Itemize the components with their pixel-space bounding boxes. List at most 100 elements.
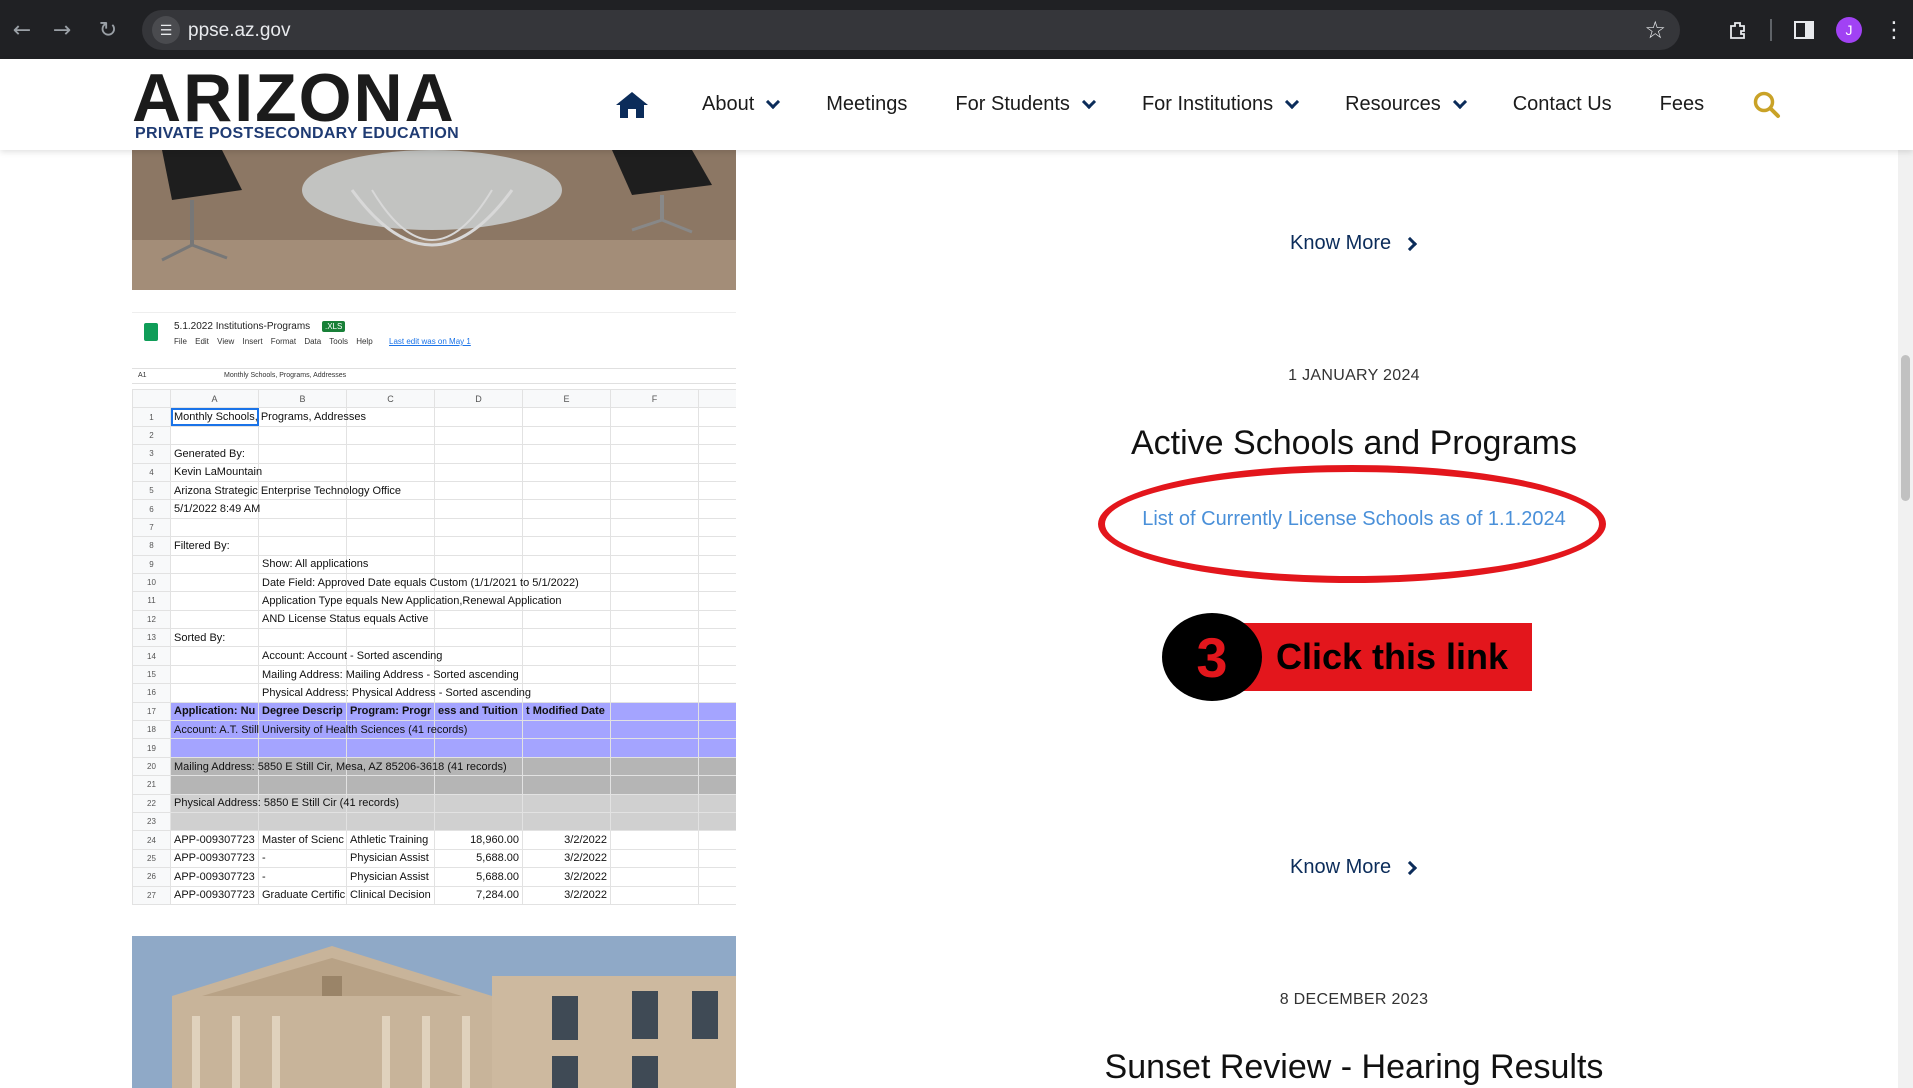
table-cell: AND License Status equals Active — [258, 609, 428, 630]
post-image-capitol[interactable] — [132, 936, 736, 1088]
address-bar[interactable]: ☰ ppse.az.gov ☆ — [142, 10, 1680, 50]
table-row: 22Physical Address: 5850 E Still Cir (41… — [132, 793, 736, 813]
nav-about[interactable]: About — [702, 93, 781, 116]
post-title-1[interactable]: Active Schools and Programs — [1040, 424, 1668, 463]
logo-wordmark: ARIZONA — [132, 60, 456, 136]
table-cell: APP-009307723 — [170, 885, 259, 905]
table-cell — [434, 628, 523, 648]
table-cell — [170, 646, 259, 666]
profile-avatar[interactable]: J — [1836, 17, 1862, 43]
side-panel-icon[interactable] — [1786, 12, 1822, 48]
table-cell: Physical Address: 5850 E Still Cir (41 r… — [170, 793, 399, 813]
table-cell: Physician Assist — [346, 867, 435, 887]
table-cell — [434, 517, 523, 538]
reload-icon[interactable]: ↻ — [90, 12, 126, 48]
table-cell: 18,960.00 — [434, 830, 523, 850]
table-cell — [434, 499, 523, 519]
nav-for-students[interactable]: For Students — [955, 93, 1097, 116]
table-cell — [258, 462, 347, 482]
table-cell: APP-009307723 — [170, 867, 259, 887]
chevron-right-icon — [1403, 860, 1418, 875]
extensions-icon[interactable] — [1720, 12, 1756, 48]
table-cell — [170, 738, 259, 758]
table-cell — [522, 407, 611, 427]
table-cell: Monthly Schools, Programs, Addresses — [170, 407, 366, 427]
table-cell: Show: All applications — [258, 554, 368, 574]
know-more-link-2[interactable]: Know More — [1290, 856, 1418, 879]
table-cell — [170, 775, 259, 795]
nav-fees[interactable]: Fees — [1660, 93, 1704, 116]
table-cell — [258, 444, 347, 464]
home-icon[interactable] — [612, 85, 652, 125]
table-cell — [258, 517, 347, 538]
table-cell — [258, 536, 347, 556]
table-cell: Physician Assist — [346, 848, 435, 869]
table-cell: 3/2/2022 — [522, 830, 611, 850]
table-cell — [258, 628, 347, 648]
table-cell — [170, 591, 259, 611]
table-row: 15 Mailing Address: Mailing Address - Sor… — [132, 664, 736, 685]
bookmark-star-icon[interactable]: ☆ — [1644, 16, 1666, 44]
table-cell — [522, 462, 611, 482]
table-cell — [610, 848, 699, 869]
table-row: 25 APP-009307723- Physician Assist 5,688.00… — [132, 848, 736, 869]
table-cell — [170, 664, 259, 685]
table-row: 10 Date Field: Approved Date equals Custo… — [132, 572, 736, 593]
nav-resources[interactable]: Resources — [1345, 93, 1467, 116]
back-icon[interactable]: ← — [4, 12, 40, 48]
table-cell: Generated By: — [170, 444, 259, 464]
url-text[interactable]: ppse.az.gov — [188, 20, 290, 42]
scrollbar-thumb[interactable] — [1901, 355, 1910, 501]
table-cell — [434, 811, 523, 832]
table-cell — [610, 811, 699, 832]
last-edit-text: Last edit was on May 1 — [389, 337, 471, 346]
post-image-lounge[interactable] — [132, 150, 736, 290]
table-cell — [258, 738, 347, 758]
table-cell — [258, 811, 347, 832]
table-cell — [610, 425, 699, 446]
table-cell — [346, 499, 435, 519]
table-cell — [434, 444, 523, 464]
table-row: 16 Physical Address: Physical Address - S… — [132, 683, 736, 703]
table-row: 24 APP-009307723 Master of Scienc Athletic … — [132, 830, 736, 850]
file-type-badge: .XLS — [322, 321, 346, 332]
table-cell: Application: Nu — [170, 701, 259, 722]
table-cell: - — [258, 867, 347, 887]
table-cell — [610, 738, 699, 758]
page-scrollbar[interactable] — [1898, 59, 1913, 1088]
table-row: 11 Application Type equals New Applicatio… — [132, 591, 736, 611]
table-cell: Program: Progr — [346, 701, 435, 722]
chevron-down-icon — [766, 94, 781, 109]
site-header: ARIZONA PRIVATE POSTSECONDARY EDUCATION … — [0, 59, 1913, 150]
table-cell — [346, 775, 435, 795]
annotation-highlight-oval — [1098, 465, 1606, 583]
know-more-link-1[interactable]: Know More — [1290, 232, 1418, 255]
site-logo[interactable]: ARIZONA PRIVATE POSTSECONDARY EDUCATION — [132, 63, 459, 147]
table-cell — [170, 683, 259, 703]
table-cell: 3/2/2022 — [522, 848, 611, 869]
main-nav: About Meetings For Students For Institut… — [612, 59, 1782, 150]
table-cell — [610, 517, 699, 538]
nav-for-institutions[interactable]: For Institutions — [1142, 93, 1300, 116]
table-cell — [346, 425, 435, 446]
post-title-2[interactable]: Sunset Review - Hearing Results — [1040, 1048, 1668, 1087]
table-cell — [170, 572, 259, 593]
forward-icon[interactable]: → — [44, 12, 80, 48]
menu-kebab-icon[interactable]: ⋮ — [1876, 12, 1912, 48]
table-cell — [610, 867, 699, 887]
table-cell — [346, 444, 435, 464]
post-image-spreadsheet[interactable]: 5.1.2022 Institutions-Programs .XLS File… — [132, 312, 736, 914]
table-cell: Athletic Training — [346, 830, 435, 850]
table-cell — [346, 811, 435, 832]
table-row: 26 APP-009307723- Physician Assist 5,688.00… — [132, 867, 736, 887]
table-cell: - — [258, 848, 347, 869]
table-cell — [170, 609, 259, 630]
table-row: 23 — [132, 811, 736, 832]
table-cell: Kevin LaMountain — [170, 462, 262, 482]
nav-meetings[interactable]: Meetings — [826, 93, 907, 116]
table-cell: Mailing Address: 5850 E Still Cir, Mesa,… — [170, 756, 507, 777]
search-icon[interactable] — [1752, 90, 1782, 120]
table-cell — [522, 425, 611, 446]
site-settings-icon[interactable]: ☰ — [152, 16, 180, 44]
nav-contact-us[interactable]: Contact Us — [1513, 93, 1612, 116]
